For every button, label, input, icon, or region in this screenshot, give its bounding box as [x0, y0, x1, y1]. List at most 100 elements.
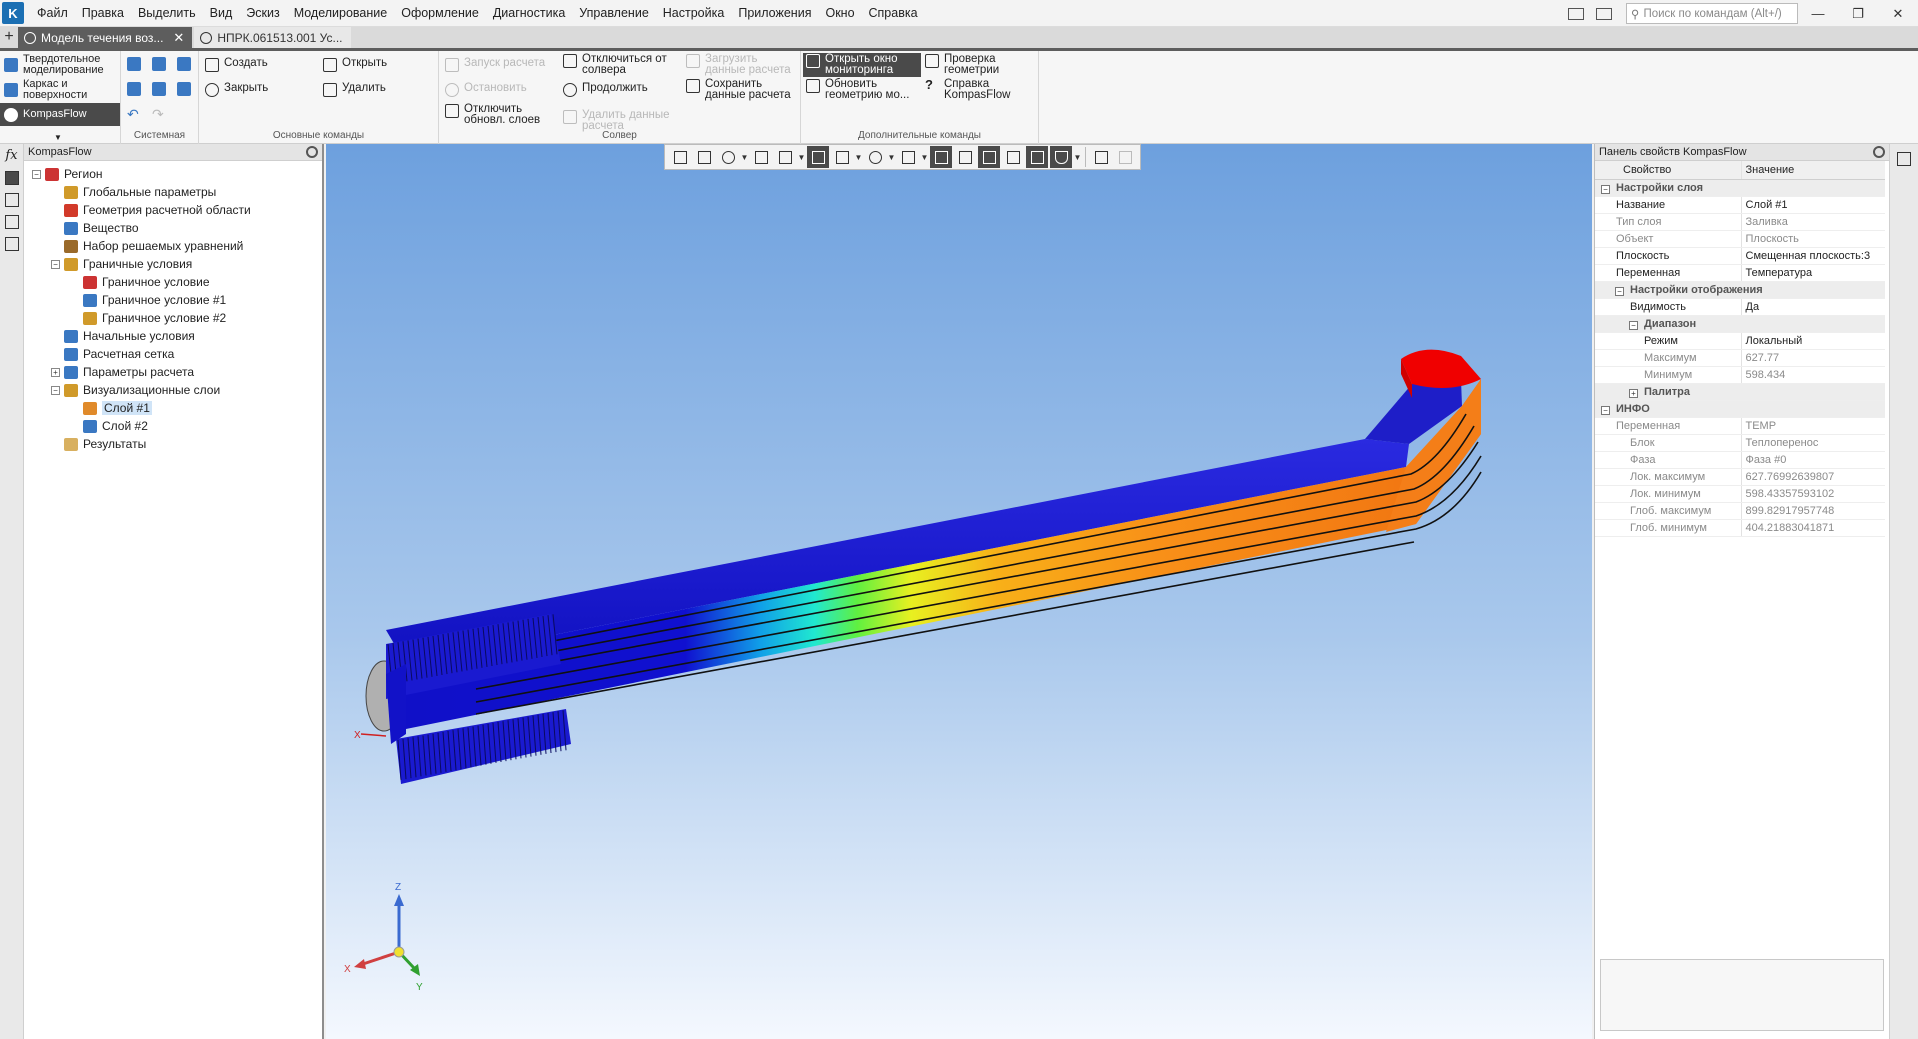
tree-item[interactable]: Граничное условие [24, 273, 322, 291]
property-row[interactable]: Максимум 627.77 [1595, 349, 1885, 367]
close-tab-icon[interactable]: ✕ [173, 30, 184, 46]
property-row[interactable]: Глоб. минимум 404.21883041871 [1595, 519, 1885, 537]
property-row[interactable]: Видимость Да [1595, 298, 1885, 316]
expand-toggle-icon[interactable]: + [1629, 388, 1638, 398]
mode-kompasflow[interactable]: KompasFlow [0, 103, 120, 126]
property-row[interactable]: Переменная TEMP [1595, 417, 1885, 435]
continue-button[interactable]: Продолжить [563, 82, 648, 97]
flow-model-canvas[interactable]: X Z X Y [326, 144, 1592, 1039]
property-section[interactable]: − Диапазон [1595, 315, 1885, 333]
restore-button[interactable]: ❐ [1838, 0, 1878, 27]
print-icon[interactable] [127, 82, 141, 96]
new-file-icon[interactable] [127, 57, 141, 71]
new-tab-button[interactable]: + [0, 26, 18, 48]
menu-item[interactable]: Управление [572, 0, 656, 27]
menu-item[interactable]: Справка [862, 0, 925, 27]
property-value[interactable]: Температура [1741, 264, 1885, 282]
tree-item[interactable]: Набор решаемых уравнений [24, 237, 322, 255]
command-search-input[interactable]: ⚲ Поиск по командам (Alt+/) [1626, 3, 1798, 24]
tree-item[interactable]: Граничное условие #1 [24, 291, 322, 309]
disable-layer-update-button[interactable]: Отключить обновл. слоев [445, 103, 544, 126]
tree-item[interactable]: Результаты [24, 435, 322, 453]
menu-item[interactable]: Вид [203, 0, 240, 27]
check-geometry-button[interactable]: Проверка геометрии [925, 53, 1004, 76]
delete-button[interactable]: Удалить [323, 82, 386, 97]
redo-icon[interactable]: ↷ [152, 107, 177, 121]
property-section[interactable]: − Настройки отображения [1595, 281, 1885, 299]
property-value[interactable]: Смещенная плоскость:3 [1741, 247, 1885, 265]
layers-panel-icon[interactable] [5, 193, 19, 207]
menu-item[interactable]: Файл [30, 0, 75, 27]
menu-item[interactable]: Настройка [656, 0, 732, 27]
save-icon[interactable] [177, 57, 191, 71]
property-row[interactable]: Плоскость Смещенная плоскость:3 [1595, 247, 1885, 265]
menu-item[interactable]: Выделить [131, 0, 203, 27]
tree-item[interactable]: Расчетная сетка [24, 345, 322, 363]
tree-item[interactable]: Начальные условия [24, 327, 322, 345]
start-calculation-button[interactable]: Запуск расчета [445, 57, 545, 72]
tree-item[interactable]: Геометрия расчетной области [24, 201, 322, 219]
property-section[interactable]: − Настройки слоя [1595, 179, 1885, 197]
doc-tab-active[interactable]: Модель течения воз... ✕ [18, 27, 193, 48]
open-monitor-button[interactable]: Открыть окно мониторинга [803, 53, 921, 77]
tree-item[interactable]: Глобальные параметры [24, 183, 322, 201]
app-logo-icon[interactable]: K [2, 2, 24, 24]
expand-modes-icon[interactable]: ▼ [54, 133, 62, 142]
expand-toggle-icon[interactable]: − [1615, 286, 1624, 296]
open-button[interactable]: Открыть [323, 57, 387, 72]
delete-data-button[interactable]: Удалить данные расчета [563, 109, 678, 132]
property-row[interactable]: Блок Теплоперенос [1595, 434, 1885, 452]
tree-item[interactable]: Слой #1 [24, 399, 322, 417]
property-row[interactable]: Глоб. максимум 899.82917957748 [1595, 502, 1885, 520]
gear-icon[interactable] [306, 146, 318, 158]
expand-toggle-icon[interactable]: + [51, 367, 60, 377]
menu-item[interactable]: Окно [818, 0, 861, 27]
property-value[interactable]: Слой #1 [1741, 196, 1885, 214]
property-row[interactable]: Лок. максимум 627.76992639807 [1595, 468, 1885, 486]
property-row[interactable]: Лок. минимум 598.43357593102 [1595, 485, 1885, 503]
open-folder-icon[interactable] [152, 57, 166, 71]
hierarchy-panel-icon[interactable] [5, 215, 19, 229]
expand-toggle-icon[interactable]: − [51, 385, 60, 395]
undo-icon[interactable]: ↶ [127, 107, 152, 121]
update-geometry-button[interactable]: Обновить геометрию мо... [806, 78, 920, 101]
properties-panel-icon[interactable] [5, 237, 19, 251]
expand-toggle-icon[interactable]: − [1629, 320, 1638, 330]
expand-toggle-icon[interactable]: − [1601, 405, 1610, 415]
menu-item[interactable]: Правка [75, 0, 131, 27]
menu-item[interactable]: Оформление [394, 0, 486, 27]
property-row[interactable]: Название Слой #1 [1595, 196, 1885, 214]
tree-item[interactable]: − Граничные условия [24, 255, 322, 273]
load-data-button[interactable]: Загрузить данные расчета [686, 53, 795, 76]
mode-wireframe-surfaces[interactable]: Каркас и поверхности [0, 79, 120, 101]
property-section[interactable]: − ИНФО [1595, 400, 1885, 418]
save-all-icon[interactable] [177, 82, 191, 96]
property-row[interactable]: Тип слоя Заливка [1595, 213, 1885, 231]
tree-item[interactable]: − Регион [24, 165, 322, 183]
mode-solid-modeling[interactable]: Твердотельное моделирование [0, 54, 120, 76]
minimize-button[interactable]: — [1798, 0, 1838, 27]
property-value[interactable]: Да [1741, 298, 1885, 316]
function-icon[interactable]: fx [0, 148, 23, 163]
close-button[interactable]: Закрыть [205, 82, 268, 97]
property-section[interactable]: + Палитра [1595, 383, 1885, 401]
property-row[interactable]: Фаза Фаза #0 [1595, 451, 1885, 469]
property-row[interactable]: Режим Локальный [1595, 332, 1885, 350]
screen-icon[interactable] [1596, 7, 1612, 20]
tree-item[interactable]: Вещество [24, 219, 322, 237]
property-row[interactable]: Объект Плоскость [1595, 230, 1885, 248]
layout-icon[interactable] [1568, 7, 1584, 20]
save-data-button[interactable]: Сохранить данные расчета [686, 78, 795, 101]
property-row[interactable]: Переменная Температура [1595, 264, 1885, 282]
tree-item[interactable]: Слой #2 [24, 417, 322, 435]
tree-item[interactable]: − Визуализационные слои [24, 381, 322, 399]
menu-item[interactable]: Диагностика [486, 0, 572, 27]
stop-button[interactable]: Остановить [445, 82, 527, 97]
gear-icon[interactable] [1873, 146, 1885, 158]
property-value[interactable]: Локальный [1741, 332, 1885, 350]
expand-toggle-icon[interactable]: − [51, 259, 60, 269]
preview-icon[interactable] [152, 82, 166, 96]
help-button[interactable]: ? Справка KompasFlow [925, 78, 1024, 101]
menu-item[interactable]: Приложения [731, 0, 818, 27]
tree-item[interactable]: + Параметры расчета [24, 363, 322, 381]
